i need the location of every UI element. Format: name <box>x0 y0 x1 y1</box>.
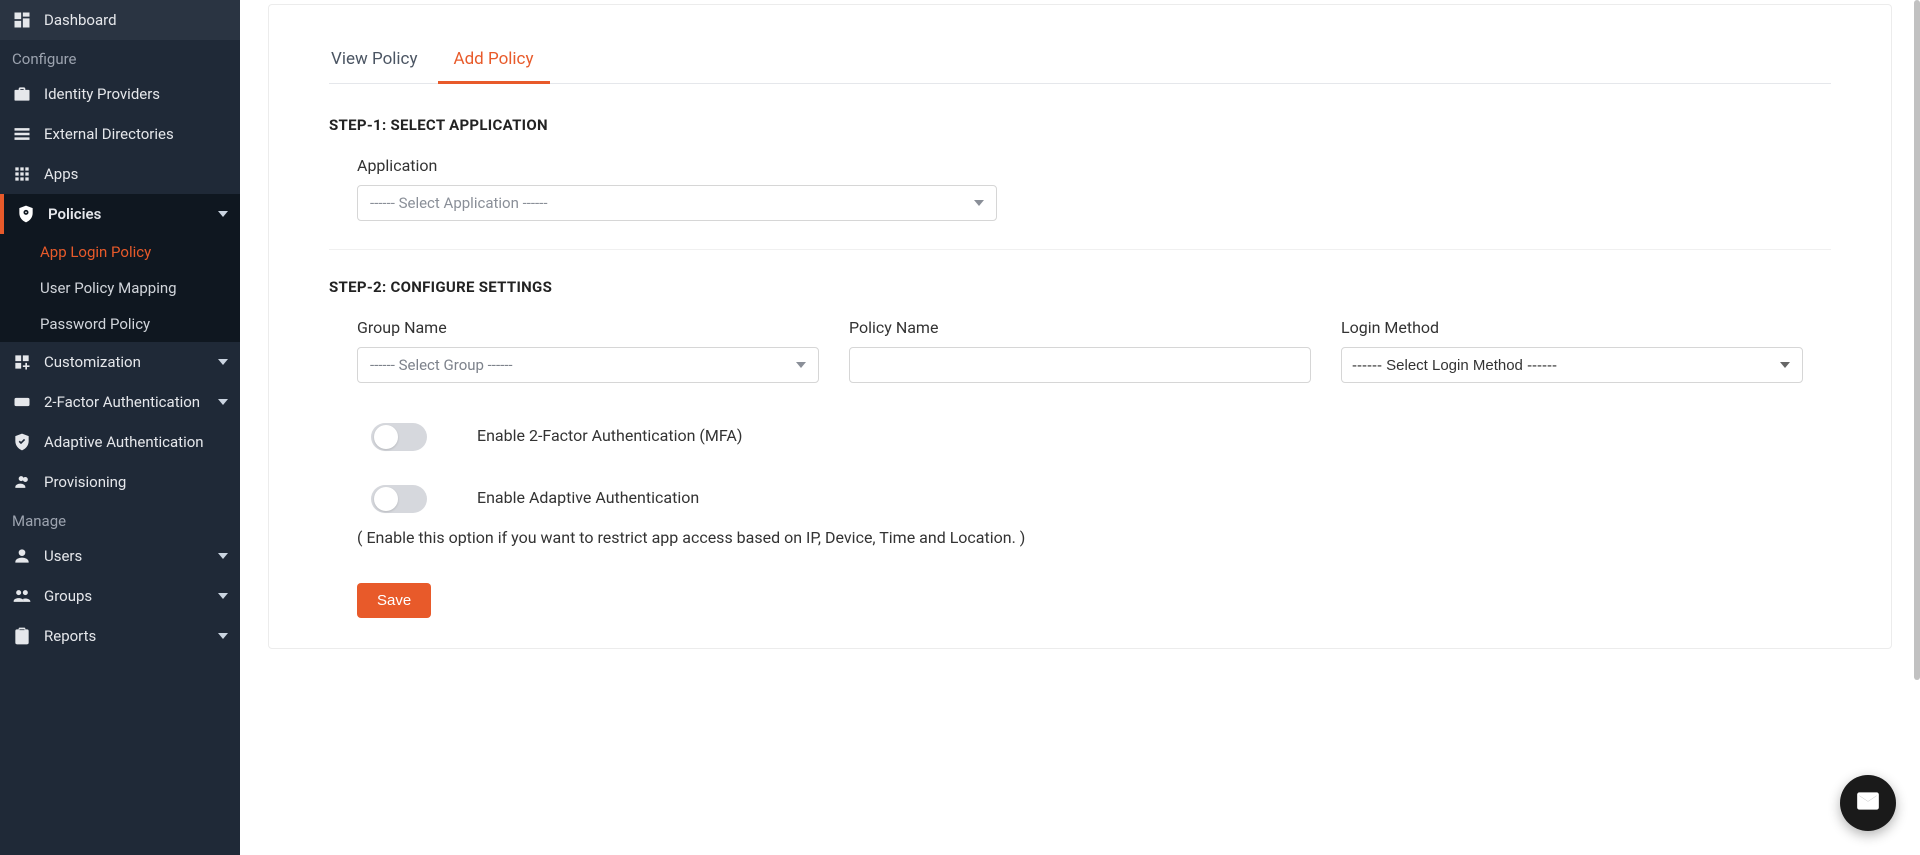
nav-users[interactable]: Users <box>0 536 240 576</box>
policy-card: View Policy Add Policy STEP-1: SELECT AP… <box>268 4 1892 649</box>
nav-policies[interactable]: Policies <box>0 194 240 234</box>
section-configure: Configure <box>0 40 240 74</box>
nav-label: External Directories <box>44 125 228 143</box>
nav-customization[interactable]: Customization <box>0 342 240 382</box>
chevron-down-icon <box>218 631 228 641</box>
group-select-value: ------ Select Group ------ <box>370 356 513 374</box>
nav-two-factor[interactable]: 2-Factor Authentication <box>0 382 240 422</box>
step1-title: STEP-1: SELECT APPLICATION <box>329 116 1831 134</box>
nav-label: Reports <box>44 627 206 645</box>
shield-check-icon <box>12 432 32 452</box>
plus-square-icon <box>12 352 32 372</box>
chevron-down-icon <box>218 397 228 407</box>
divider <box>329 249 1831 250</box>
nav-label: Provisioning <box>44 473 228 491</box>
application-select[interactable]: ------ Select Application ------ <box>357 185 997 221</box>
tab-view-policy[interactable]: View Policy <box>329 43 420 83</box>
nav-label: Policies <box>48 205 206 223</box>
chat-fab[interactable] <box>1840 775 1896 831</box>
nav-label: Identity Providers <box>44 85 228 103</box>
nav-user-policy-mapping[interactable]: User Policy Mapping <box>0 270 240 306</box>
tab-add-policy[interactable]: Add Policy <box>452 43 536 83</box>
badge-123-icon <box>12 392 32 412</box>
adaptive-auth-hint: ( Enable this option if you want to rest… <box>357 521 1803 555</box>
groups-icon <box>12 586 32 606</box>
chevron-down-icon <box>218 209 228 219</box>
mfa-toggle[interactable] <box>371 423 427 451</box>
sidebar: Dashboard Configure Identity Providers E… <box>0 0 240 855</box>
briefcase-icon <box>12 84 32 104</box>
chevron-down-icon <box>218 551 228 561</box>
caret-down-icon <box>974 198 984 208</box>
step2-title: STEP-2: CONFIGURE SETTINGS <box>329 278 1831 296</box>
save-button[interactable]: Save <box>357 583 431 618</box>
nav-identity-providers[interactable]: Identity Providers <box>0 74 240 114</box>
clipboard-icon <box>12 626 32 646</box>
nav-groups[interactable]: Groups <box>0 576 240 616</box>
nav-apps[interactable]: Apps <box>0 154 240 194</box>
nav-dashboard[interactable]: Dashboard <box>0 0 240 40</box>
sync-users-icon <box>12 472 32 492</box>
group-select[interactable]: ------ Select Group ------ <box>357 347 819 383</box>
dashboard-icon <box>12 10 32 30</box>
toggle-knob <box>374 487 398 511</box>
section-manage: Manage <box>0 502 240 536</box>
mfa-toggle-label: Enable 2-Factor Authentication (MFA) <box>477 423 742 449</box>
tabs: View Policy Add Policy <box>329 43 1831 84</box>
login-method-label: Login Method <box>1341 318 1803 337</box>
application-select-value: ------ Select Application ------ <box>370 194 547 212</box>
scrollbar-thumb[interactable] <box>1914 0 1920 680</box>
nav-reports[interactable]: Reports <box>0 616 240 656</box>
nav-label: Users <box>44 547 206 565</box>
list-icon <box>12 124 32 144</box>
chevron-down-icon <box>218 357 228 367</box>
shield-icon <box>16 204 36 224</box>
nav-adaptive-auth[interactable]: Adaptive Authentication <box>0 422 240 462</box>
nav-label: 2-Factor Authentication <box>44 393 206 411</box>
policy-name-input[interactable] <box>849 347 1311 383</box>
nav-label: Dashboard <box>44 11 228 29</box>
nav-label: Apps <box>44 165 228 183</box>
chevron-down-icon <box>218 591 228 601</box>
nav-label: Adaptive Authentication <box>44 433 228 451</box>
adaptive-auth-toggle-label: Enable Adaptive Authentication <box>477 485 699 511</box>
nav-label: Groups <box>44 587 206 605</box>
main-content: View Policy Add Policy STEP-1: SELECT AP… <box>240 0 1920 855</box>
application-label: Application <box>357 156 1803 175</box>
login-method-select[interactable]: ------ Select Login Method ------ <box>1341 347 1803 383</box>
policy-name-label: Policy Name <box>849 318 1311 337</box>
toggle-knob <box>374 425 398 449</box>
caret-down-icon <box>796 360 806 370</box>
mail-icon <box>1855 788 1881 818</box>
vertical-scrollbar[interactable] <box>1914 0 1920 855</box>
user-icon <box>12 546 32 566</box>
nav-label: Customization <box>44 353 206 371</box>
apps-grid-icon <box>12 164 32 184</box>
group-name-label: Group Name <box>357 318 819 337</box>
nav-app-login-policy[interactable]: App Login Policy <box>0 234 240 270</box>
nav-external-directories[interactable]: External Directories <box>0 114 240 154</box>
nav-provisioning[interactable]: Provisioning <box>0 462 240 502</box>
adaptive-auth-toggle[interactable] <box>371 485 427 513</box>
nav-password-policy[interactable]: Password Policy <box>0 306 240 342</box>
